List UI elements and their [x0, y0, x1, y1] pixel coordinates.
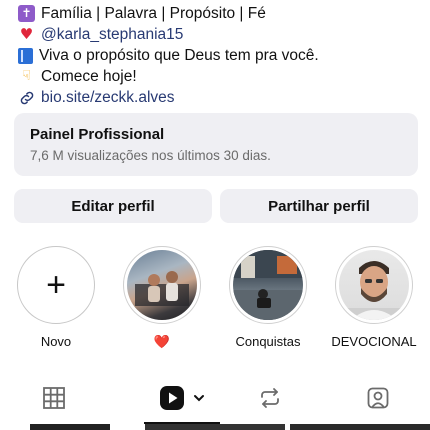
highlight-cover[interactable] — [229, 246, 307, 324]
bio-line-4: ☟ Comece hoje! — [18, 66, 418, 87]
bio-text-1: Família | Palavra | Propósito | Fé — [41, 5, 266, 22]
highlight-thumbnail — [127, 250, 197, 320]
highlight-thumbnail — [339, 250, 409, 320]
latin-cross-icon: ✝ — [18, 5, 35, 22]
highlight-thumbnail — [233, 250, 303, 320]
bio-link-text[interactable]: bio.site/zeckk.alves — [41, 87, 175, 108]
dashboard-subtitle: 7,6 M visualizações nos últimos 30 dias. — [30, 148, 271, 163]
bio-line-3: Viva o propósito que Deus tem pra você. — [18, 45, 418, 66]
tab-posts-grid[interactable] — [24, 372, 84, 424]
new-highlight-circle[interactable]: + — [17, 246, 95, 324]
link-icon — [20, 91, 34, 104]
bio-text-3: Viva o propósito que Deus tem pra você. — [39, 47, 319, 64]
profile-content-tabs — [0, 372, 430, 424]
tab-tagged[interactable] — [348, 372, 408, 424]
highlight-devocional[interactable]: DEVOCIONAL — [331, 246, 417, 349]
dashboard-title: Painel Profissional — [30, 126, 165, 143]
highlight-label: Conquistas — [235, 334, 301, 349]
highlight-label: ❤️ — [153, 334, 171, 349]
bio-line-1: ✝ Família | Palavra | Propósito | Fé — [18, 3, 418, 24]
share-profile-button[interactable]: Partilhar perfil — [220, 189, 418, 223]
bio-text-4: Comece hoje! — [41, 68, 137, 85]
grid-thumbnail-peek — [290, 424, 430, 430]
grid-thumbnail-peek — [30, 424, 110, 430]
highlight-label: Novo — [40, 334, 72, 349]
professional-dashboard[interactable]: Painel Profissional 7,6 M visualizações … — [14, 113, 418, 176]
highlight-cover[interactable] — [123, 246, 201, 324]
highlight-heart[interactable]: ❤️ — [123, 246, 201, 350]
tab-reposts[interactable] — [240, 372, 300, 424]
bio-link[interactable]: bio.site/zeckk.alves — [18, 87, 418, 108]
plus-icon: + — [46, 266, 66, 304]
highlight-conquistas[interactable]: Conquistas — [229, 246, 307, 349]
pointing-down-icon: ☟ — [22, 68, 31, 84]
grid-thumbnail-peek — [145, 424, 285, 430]
reels-icon — [160, 386, 184, 410]
highlight-cover[interactable] — [335, 246, 413, 324]
profile-bio: ✝ Família | Palavra | Propósito | Fé ♥ @… — [18, 3, 418, 108]
red-heart-icon: ♥ — [19, 25, 34, 43]
bio-line-2: ♥ @karla_stephania15 — [18, 24, 418, 45]
grid-icon — [43, 387, 65, 409]
tagged-icon — [367, 387, 389, 409]
mention-link[interactable]: @karla_stephania15 — [41, 24, 183, 45]
highlight-new[interactable]: + Novo — [17, 246, 95, 349]
chevron-down-icon — [194, 395, 204, 402]
tab-reels[interactable] — [144, 372, 220, 424]
highlight-label: DEVOCIONAL — [331, 334, 417, 349]
blue-book-icon — [18, 47, 33, 64]
repost-icon — [261, 388, 279, 408]
edit-profile-button[interactable]: Editar perfil — [14, 189, 212, 223]
